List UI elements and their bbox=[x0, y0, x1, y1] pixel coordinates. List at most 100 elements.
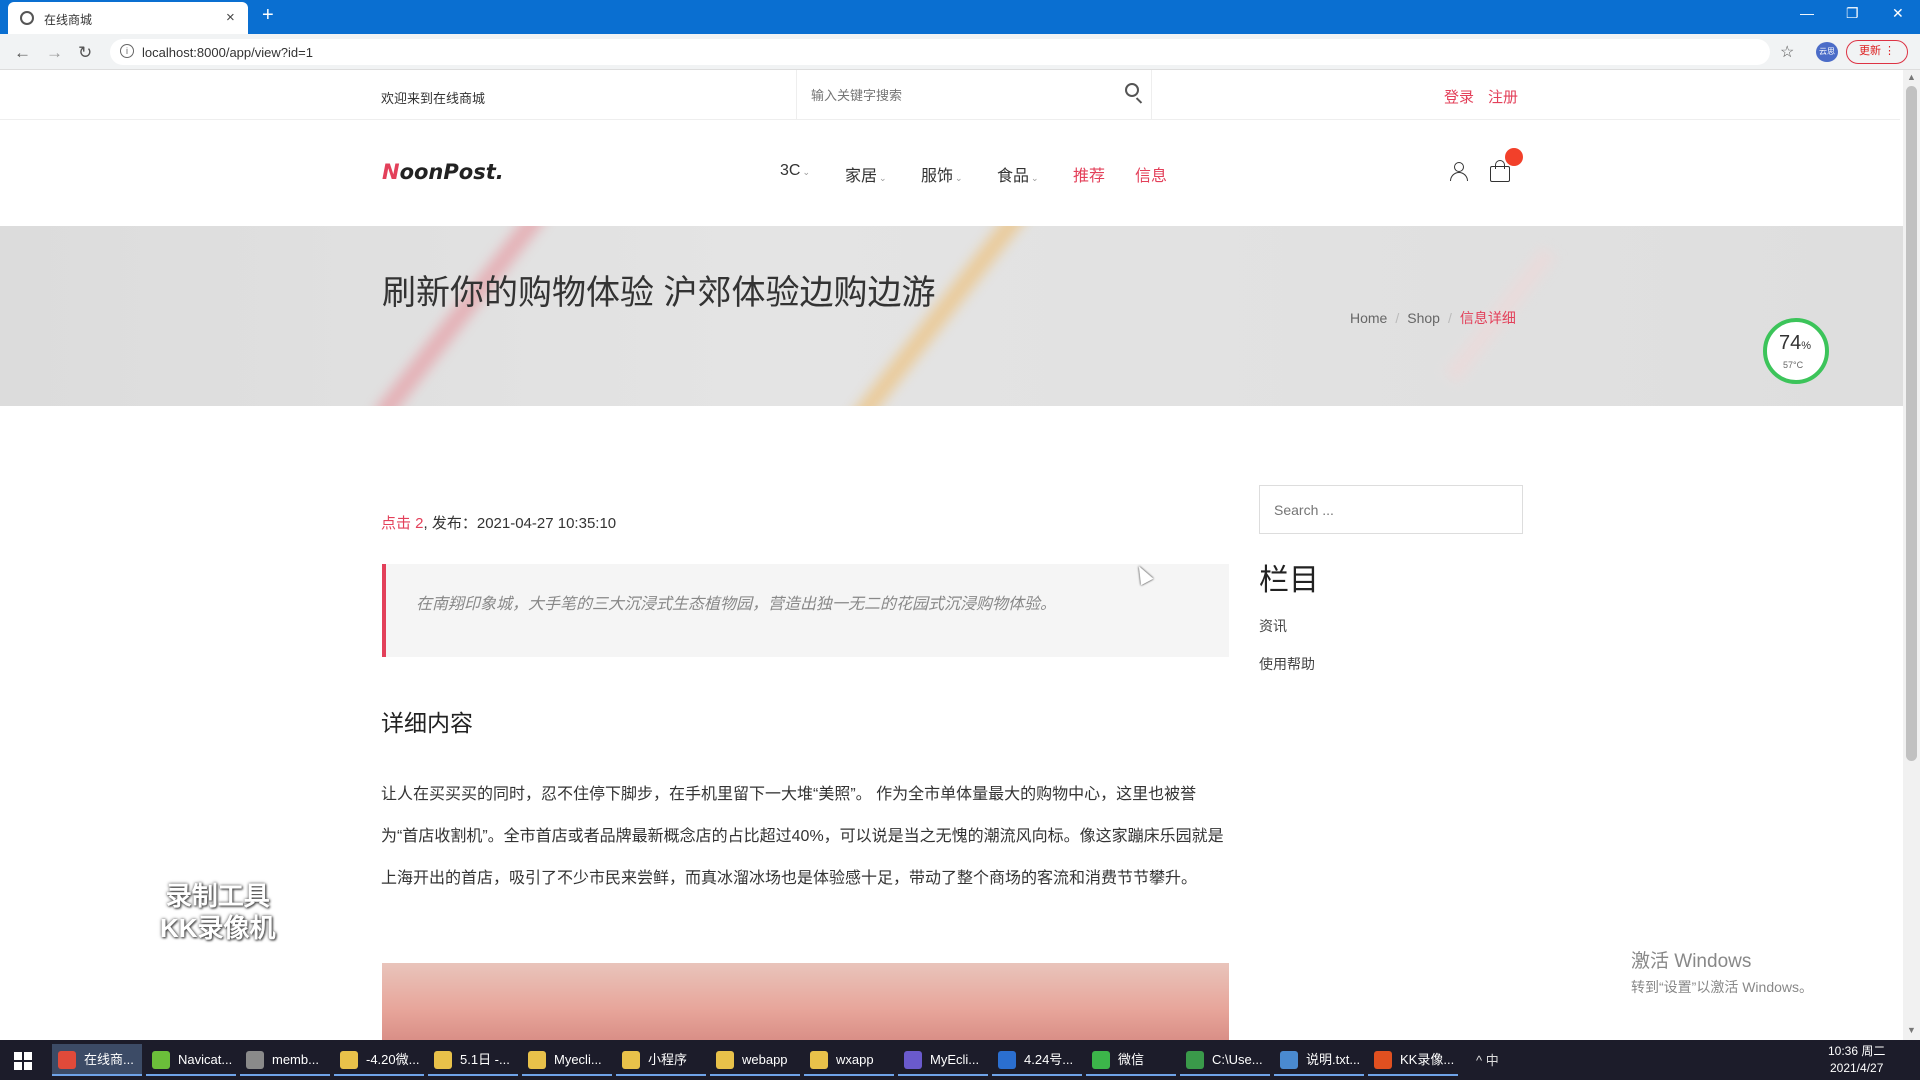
breadcrumb-home[interactable]: Home bbox=[1350, 310, 1387, 326]
new-tab-button[interactable]: + bbox=[262, 4, 274, 27]
nav-label: 家居 bbox=[845, 168, 878, 185]
user-icon[interactable] bbox=[1450, 162, 1468, 182]
article-meta: 点击 2, 发布：2021-04-27 10:35:10 bbox=[381, 512, 616, 533]
quote-text: 在南翔印象城，大手笔的三大沉浸式生态植物园，营造出独一无二的花园式沉浸购物体验。 bbox=[416, 596, 1057, 613]
back-icon[interactable]: ← bbox=[14, 43, 31, 63]
minimize-icon[interactable]: — bbox=[1800, 5, 1814, 21]
info-icon[interactable]: i bbox=[120, 44, 134, 58]
app-icon bbox=[998, 1051, 1016, 1069]
update-button[interactable]: 更新 ⋮ bbox=[1846, 40, 1908, 64]
taskbar-app-button[interactable]: 说明.txt... bbox=[1274, 1044, 1364, 1076]
sidebar-search-input[interactable] bbox=[1274, 500, 1504, 520]
taskbar-app-label: Myecli... bbox=[554, 1052, 602, 1067]
forward-icon[interactable]: → bbox=[46, 43, 63, 63]
nav-item-apparel[interactable]: 服饰 ⌄ bbox=[921, 162, 963, 186]
taskbar-app-button[interactable]: MyEcli... bbox=[898, 1044, 988, 1076]
welcome-text: 欢迎来到在线商城 bbox=[381, 91, 486, 106]
taskbar-app-label: 在线商... bbox=[84, 1052, 134, 1067]
taskbar-app-button[interactable]: 5.1日 -... bbox=[428, 1044, 518, 1076]
cpu-gauge-widget[interactable]: 74% 57°C bbox=[1763, 318, 1829, 384]
app-icon bbox=[1092, 1051, 1110, 1069]
search-icon[interactable] bbox=[1125, 83, 1139, 97]
taskbar-app-button[interactable]: memb... bbox=[240, 1044, 330, 1076]
sidebar-link-news[interactable]: 资讯 bbox=[1259, 616, 1287, 636]
publish-date: , 发布：2021-04-27 10:35:10 bbox=[423, 515, 617, 532]
sidebar-search bbox=[1259, 485, 1523, 534]
taskbar-app-label: 4.24号... bbox=[1024, 1052, 1074, 1067]
section-title: 详细内容 bbox=[381, 710, 473, 736]
taskbar-app-label: Navicat... bbox=[178, 1052, 233, 1067]
top-bar: 欢迎来到在线商城 登录 注册 bbox=[0, 70, 1900, 120]
chevron-down-icon: ⌄ bbox=[1031, 173, 1039, 183]
taskbar-app-label: KK录像... bbox=[1400, 1052, 1455, 1067]
taskbar-app-button[interactable]: webapp bbox=[710, 1044, 800, 1076]
nav-item-recommend[interactable]: 推荐 bbox=[1073, 162, 1105, 186]
clock-date: 2021/4/27 bbox=[1829, 1061, 1884, 1075]
address-bar: ← → ↻ i localhost:8000/app/view?id=1 ☆ 云… bbox=[0, 34, 1920, 70]
gauge-temperature: 57°C bbox=[1783, 360, 1804, 370]
browser-tab[interactable]: 在线商城 × bbox=[8, 2, 248, 34]
taskbar-app-button[interactable]: 4.24号... bbox=[992, 1044, 1082, 1076]
taskbar-app-button[interactable]: -4.20微... bbox=[334, 1044, 424, 1076]
taskbar-app-label: 5.1日 -... bbox=[460, 1052, 510, 1067]
site-search-input[interactable] bbox=[811, 85, 1111, 105]
browser-tab-bar: 在线商城 × + — ❐ ✕ bbox=[0, 0, 1920, 34]
scroll-up-icon[interactable]: ▲ bbox=[1907, 72, 1916, 82]
nav-item-3c[interactable]: 3C ⌄ bbox=[780, 162, 810, 180]
sidebar-link-help[interactable]: 使用帮助 bbox=[1259, 654, 1315, 674]
taskbar-app-button[interactable]: wxapp bbox=[804, 1044, 894, 1076]
taskbar-app-button[interactable]: 微信 bbox=[1086, 1044, 1176, 1076]
taskbar-clock[interactable]: 10:36 周二 2021/4/27 bbox=[1828, 1043, 1885, 1077]
login-link[interactable]: 登录 bbox=[1444, 86, 1474, 107]
watermark-line: KK录像机 bbox=[160, 913, 276, 943]
windows-start-icon[interactable] bbox=[14, 1052, 32, 1070]
window-close-icon[interactable]: ✕ bbox=[1892, 5, 1904, 22]
chevron-down-icon: ⌄ bbox=[879, 173, 887, 183]
chevron-down-icon: ⌄ bbox=[802, 167, 810, 177]
article-body: 让人在买买买的同时，忍不住停下脚步，在手机里留下一大堆“美照”。 作为全市单体量… bbox=[381, 786, 1224, 887]
site-header: NoonPost. 3C ⌄ 家居 ⌄ 服饰 ⌄ 食品 ⌄ 推荐 信息 bbox=[0, 120, 1900, 226]
system-tray[interactable]: ^ 中 bbox=[1476, 1050, 1499, 1069]
taskbar-app-label: wxapp bbox=[836, 1052, 874, 1067]
breadcrumb-shop[interactable]: Shop bbox=[1407, 310, 1440, 326]
taskbar-app-button[interactable]: C:\Use... bbox=[1180, 1044, 1270, 1076]
windows-activation-notice: 激活 Windows 转到“设置”以激活 Windows。 bbox=[1631, 946, 1813, 997]
register-link[interactable]: 注册 bbox=[1488, 86, 1518, 107]
reload-icon[interactable]: ↻ bbox=[78, 43, 92, 63]
nav-label: 3C bbox=[780, 162, 801, 179]
taskbar-app-label: memb... bbox=[272, 1052, 319, 1067]
taskbar-app-button[interactable]: KK录像... bbox=[1368, 1044, 1458, 1076]
logo-text: oonPost. bbox=[399, 160, 504, 184]
nav-item-info[interactable]: 信息 bbox=[1135, 162, 1167, 186]
taskbar-app-label: 说明.txt... bbox=[1306, 1052, 1361, 1067]
article-image bbox=[382, 963, 1229, 1041]
app-icon bbox=[434, 1051, 452, 1069]
article-quote: 在南翔印象城，大手笔的三大沉浸式生态植物园，营造出独一无二的花园式沉浸购物体验。 bbox=[382, 564, 1229, 657]
taskbar-app-button[interactable]: 小程序 bbox=[616, 1044, 706, 1076]
profile-avatar[interactable]: 云思 bbox=[1816, 42, 1838, 62]
taskbar-app-button[interactable]: Myecli... bbox=[522, 1044, 612, 1076]
page-scrollbar[interactable]: ▲ ▼ bbox=[1903, 70, 1920, 1040]
scroll-down-icon[interactable]: ▼ bbox=[1907, 1025, 1916, 1035]
restore-icon[interactable]: ❐ bbox=[1846, 5, 1859, 22]
url-field[interactable]: i localhost:8000/app/view?id=1 bbox=[110, 39, 1770, 65]
logo-initial: N bbox=[382, 160, 400, 184]
app-icon bbox=[622, 1051, 640, 1069]
taskbar-app-button[interactable]: Navicat... bbox=[146, 1044, 236, 1076]
app-icon bbox=[810, 1051, 828, 1069]
app-icon bbox=[716, 1051, 734, 1069]
app-icon bbox=[58, 1051, 76, 1069]
nav-item-food[interactable]: 食品 ⌄ bbox=[997, 162, 1039, 186]
taskbar-app-button[interactable]: 在线商... bbox=[52, 1044, 142, 1076]
tab-close-icon[interactable]: × bbox=[226, 9, 235, 26]
taskbar-app-label: 微信 bbox=[1118, 1052, 1145, 1067]
url-text[interactable]: localhost:8000/app/view?id=1 bbox=[142, 45, 313, 60]
site-logo[interactable]: NoonPost. bbox=[382, 160, 504, 184]
page-banner: 刷新你的购物体验 沪郊体验边购边游 Home / Shop / 信息详细 bbox=[0, 226, 1903, 406]
page-title: 刷新你的购物体验 沪郊体验边购边游 bbox=[382, 274, 936, 312]
taskbar-app-label: C:\Use... bbox=[1212, 1052, 1263, 1067]
nav-item-home[interactable]: 家居 ⌄ bbox=[845, 162, 887, 186]
bookmark-star-icon[interactable]: ☆ bbox=[1780, 42, 1794, 62]
scrollbar-thumb[interactable] bbox=[1906, 86, 1917, 761]
update-label: 更新 bbox=[1858, 45, 1881, 57]
